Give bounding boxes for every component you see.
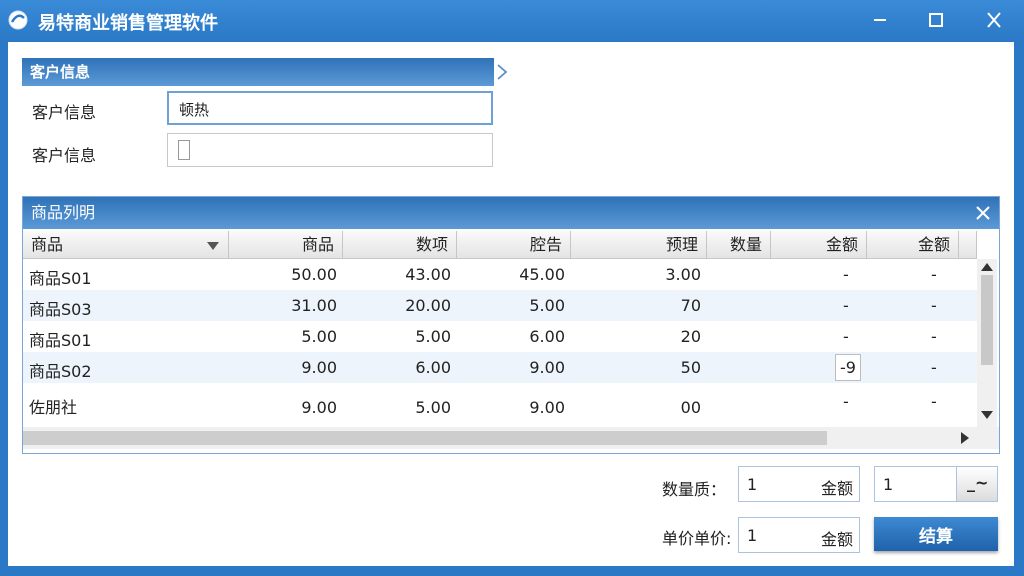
cell-quantity-item: 43.00	[405, 265, 451, 284]
quantity-value: 1	[747, 475, 758, 494]
vertical-scroll-thumb[interactable]	[981, 275, 993, 365]
customer-panel-header: 客户信息	[22, 58, 494, 86]
chevron-down-icon: _~	[967, 473, 989, 492]
table-row[interactable]: 佐朋社 9.00 5.00 9.00 00 - -	[23, 392, 977, 423]
app-logo-icon	[8, 10, 28, 30]
settle-button[interactable]: 结算	[874, 517, 998, 551]
horizontal-scroll-thumb[interactable]	[23, 431, 827, 445]
column-header-filler	[959, 231, 977, 259]
cell-amount-editor[interactable]: -9	[835, 354, 861, 381]
minimize-icon[interactable]	[866, 8, 894, 32]
product-list-panel: 商品列明 商品 商品 数项 腔告 预理 数量 金额 金额 商品S01 50.00…	[22, 196, 1000, 454]
cell-product: 商品S01	[29, 269, 92, 288]
cell-amount-1: -	[843, 296, 849, 315]
cell-notice: 45.00	[519, 265, 565, 284]
cell-price: 9.00	[301, 398, 337, 417]
column-header-amount-2[interactable]: 金额	[867, 231, 959, 259]
column-header-quantity-item[interactable]: 数项	[343, 231, 457, 259]
cell-quantity-item: 20.00	[405, 296, 451, 315]
maximize-icon[interactable]	[922, 8, 950, 32]
unit-select-dropdown-button[interactable]: _~	[956, 467, 997, 501]
unit-price-value: 1	[747, 526, 758, 545]
text-cursor	[178, 140, 190, 160]
quantity-input[interactable]: 1 金额	[738, 466, 860, 502]
table-row[interactable]: 商品S01 50.00 43.00 45.00 3.00 - -	[23, 259, 977, 290]
cell-process: 70	[680, 296, 701, 315]
customer-info-input[interactable]	[167, 133, 493, 167]
customer-field-label-1: 客户信息	[32, 103, 97, 122]
cell-amount-2: -	[931, 296, 937, 315]
scroll-up-icon[interactable]	[981, 263, 993, 271]
window-frame-right	[1014, 42, 1024, 576]
sort-dropdown-icon[interactable]	[207, 242, 219, 250]
quantity-label: 数量质：	[662, 480, 727, 499]
cell-price: 9.00	[301, 358, 337, 377]
unit-select-value: 1	[883, 475, 894, 494]
unit-price-suffix: 金额	[820, 530, 853, 549]
column-header-label: 商品	[31, 235, 64, 254]
cell-notice: 9.00	[529, 358, 565, 377]
cell-price: 50.00	[291, 265, 337, 284]
customer-name-input[interactable]: 顿热	[167, 91, 493, 125]
cell-process: 3.00	[665, 265, 701, 284]
close-icon[interactable]	[980, 8, 1008, 32]
table-row[interactable]: 商品S03 31.00 20.00 5.00 70 - -	[23, 290, 977, 321]
table-row[interactable]: 商品S01 5.00 5.00 6.00 20 - -	[23, 321, 977, 352]
cell-notice: 6.00	[529, 327, 565, 346]
quantity-suffix: 金额	[820, 479, 853, 498]
column-header-product[interactable]: 商品	[23, 231, 229, 259]
unit-price-input[interactable]: 1 金额	[738, 517, 860, 553]
cell-product: 商品S03	[29, 300, 92, 319]
cell-amount-2: -	[931, 392, 937, 411]
cell-price: 5.00	[301, 327, 337, 346]
cell-amount-1: -	[843, 327, 849, 346]
cell-quantity-item: 6.00	[415, 358, 451, 377]
cell-process: 20	[680, 327, 701, 346]
product-list-header: 商品列明	[23, 197, 999, 229]
cell-price: 31.00	[291, 296, 337, 315]
customer-field-label-2: 客户信息	[32, 146, 97, 165]
window-frame-left	[0, 42, 8, 576]
cell-amount-1: -	[843, 265, 849, 284]
table-row[interactable]: 商品S02 9.00 6.00 9.00 50 -9 -	[23, 352, 977, 383]
cell-process: 50	[680, 358, 701, 377]
column-header-amount-1[interactable]: 金额	[771, 231, 867, 259]
column-header-process[interactable]: 预理	[571, 231, 707, 259]
column-header-notice[interactable]: 腔告	[457, 231, 571, 259]
horizontal-scrollbar[interactable]	[23, 427, 999, 449]
cell-amount-2: -	[931, 327, 937, 346]
close-icon[interactable]	[973, 203, 993, 223]
cell-notice: 9.00	[529, 398, 565, 417]
column-header-count[interactable]: 数量	[707, 231, 771, 259]
scroll-down-icon[interactable]	[981, 411, 993, 419]
cell-product: 商品S02	[29, 362, 92, 381]
cell-quantity-item: 5.00	[415, 398, 451, 417]
vertical-scrollbar[interactable]	[977, 259, 997, 427]
scroll-right-icon[interactable]	[961, 432, 969, 444]
cell-amount-2: -	[931, 265, 937, 284]
cell-product: 佐朋社	[29, 398, 78, 417]
cell-product: 商品S01	[29, 331, 92, 350]
cell-amount-2: -	[931, 358, 937, 377]
column-header-price[interactable]: 商品	[229, 231, 343, 259]
title-bar: 易特商业销售管理软件	[0, 0, 1024, 42]
cell-process: 00	[680, 398, 701, 417]
window-title: 易特商业销售管理软件	[38, 13, 218, 34]
chevron-right-icon[interactable]	[496, 62, 508, 82]
window-frame-bottom	[0, 566, 1024, 576]
cell-quantity-item: 5.00	[415, 327, 451, 346]
cell-amount-1: -	[843, 392, 849, 411]
cell-notice: 5.00	[529, 296, 565, 315]
unit-price-label: 单价单价:	[662, 529, 732, 548]
